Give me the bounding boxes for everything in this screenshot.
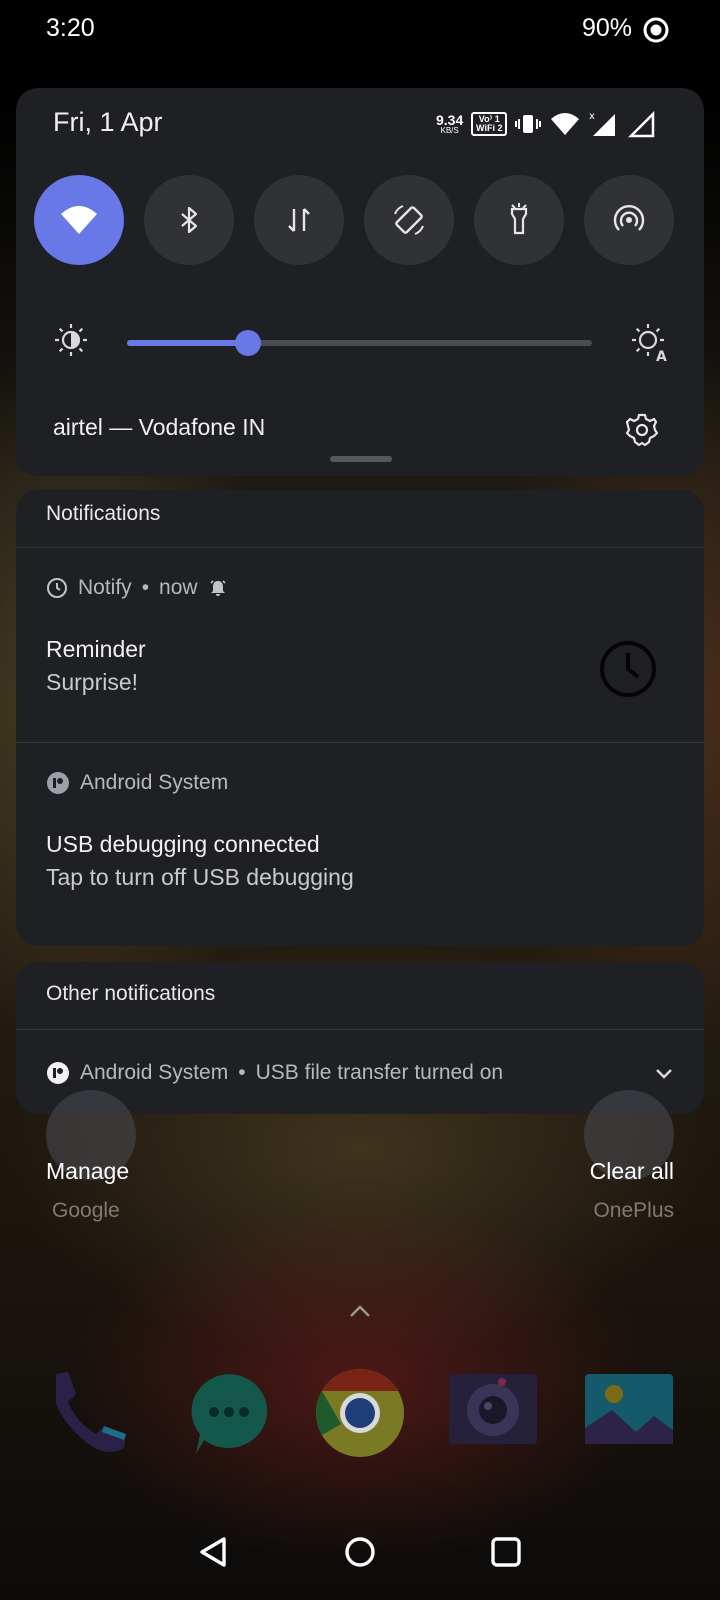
recents-nav-icon[interactable] (488, 1534, 524, 1570)
battery-percent: 90% (581, 14, 632, 42)
camera-app-icon[interactable] (448, 1368, 538, 1458)
svg-text:x: x (589, 111, 595, 122)
flashlight-icon (510, 203, 528, 235)
oneplus-folder-label: OnePlus (593, 1199, 674, 1222)
gallery-app-icon[interactable] (584, 1368, 674, 1458)
tile-flashlight[interactable] (474, 175, 564, 265)
clock-small-icon (47, 578, 67, 598)
wifi-icon (61, 206, 97, 234)
tile-mobile-data[interactable] (254, 175, 344, 265)
network-speed-value: 9.34 (436, 112, 464, 128)
android-system-icon (47, 772, 69, 794)
chevron-down-icon[interactable] (652, 1061, 676, 1085)
qs-date[interactable]: Fri, 1 Apr (53, 107, 163, 138)
messages-app-icon[interactable] (184, 1368, 274, 1458)
notifications-header: Notifications (46, 502, 161, 525)
brightness-low-icon (55, 324, 87, 356)
cell-signal-1-icon: x (589, 111, 616, 136)
wifi-calling-label: WiFi 2 (476, 123, 503, 133)
network-speed-unit: KB/S (440, 126, 459, 135)
svg-text:A: A (656, 349, 667, 362)
tile-hotspot[interactable] (584, 175, 674, 265)
bluetooth-icon (181, 206, 198, 234)
notification-app-line: Android System • USB file transfer turne… (46, 1061, 503, 1085)
wifi-signal-icon (551, 113, 580, 135)
home-nav-icon[interactable] (342, 1534, 378, 1570)
bullet-separator: • (141, 576, 150, 599)
back-nav-icon[interactable] (196, 1534, 232, 1570)
qs-status-icons: 9.34 KB/S Vo⁾ 1 WiFi 2 x (436, 108, 657, 140)
notification-app-line: Notify • now (46, 576, 228, 600)
notification-app-name: Android System (80, 1061, 229, 1084)
phone-app-icon[interactable] (46, 1368, 136, 1458)
tile-auto-rotate[interactable] (364, 175, 454, 265)
cell-signal-2-icon (628, 110, 655, 138)
mobile-data-icon (288, 208, 310, 232)
auto-brightness-icon[interactable]: A (630, 322, 670, 362)
vibrate-icon (515, 115, 542, 133)
google-folder-label: Google (52, 1199, 120, 1222)
auto-rotate-icon (394, 205, 424, 235)
clock-large-icon (600, 641, 656, 697)
notification-text: Surprise! (46, 669, 139, 695)
notification-text: USB file transfer turned on (255, 1061, 504, 1084)
app-drawer-chevron-icon[interactable] (348, 1303, 372, 1319)
notification-time: now (159, 576, 198, 599)
other-notifications-header: Other notifications (46, 982, 216, 1005)
android-system-icon (47, 1062, 69, 1084)
volte-wifi-icon: Vo⁾ 1 WiFi 2 (471, 112, 508, 136)
notification-text: Tap to turn off USB debugging (46, 864, 354, 890)
battery-icon (643, 17, 669, 43)
notification-app-name: Android System (80, 771, 229, 794)
qs-drag-handle[interactable] (330, 456, 392, 462)
network-speed: 9.34 KB/S (436, 113, 463, 135)
tile-wifi[interactable] (34, 175, 124, 265)
bullet-separator: • (238, 1061, 246, 1084)
alarm-bell-icon (210, 580, 226, 596)
brightness-slider-fill (127, 340, 248, 346)
clear-all-button[interactable]: Clear all (590, 1158, 674, 1185)
tile-bluetooth[interactable] (144, 175, 234, 265)
manage-button[interactable]: Manage (46, 1158, 129, 1185)
settings-gear-icon[interactable] (624, 412, 660, 448)
hotspot-icon (613, 205, 645, 231)
notification-app-line: Android System (46, 771, 228, 795)
notification-app-name: Notify (78, 576, 132, 599)
chrome-app-icon[interactable] (315, 1368, 405, 1458)
notification-title: Reminder (46, 636, 146, 662)
notification-title: USB debugging connected (46, 831, 320, 857)
carrier-name: airtel — Vodafone IN (53, 414, 266, 440)
status-time: 3:20 (46, 14, 95, 42)
brightness-slider-thumb[interactable] (234, 330, 261, 356)
